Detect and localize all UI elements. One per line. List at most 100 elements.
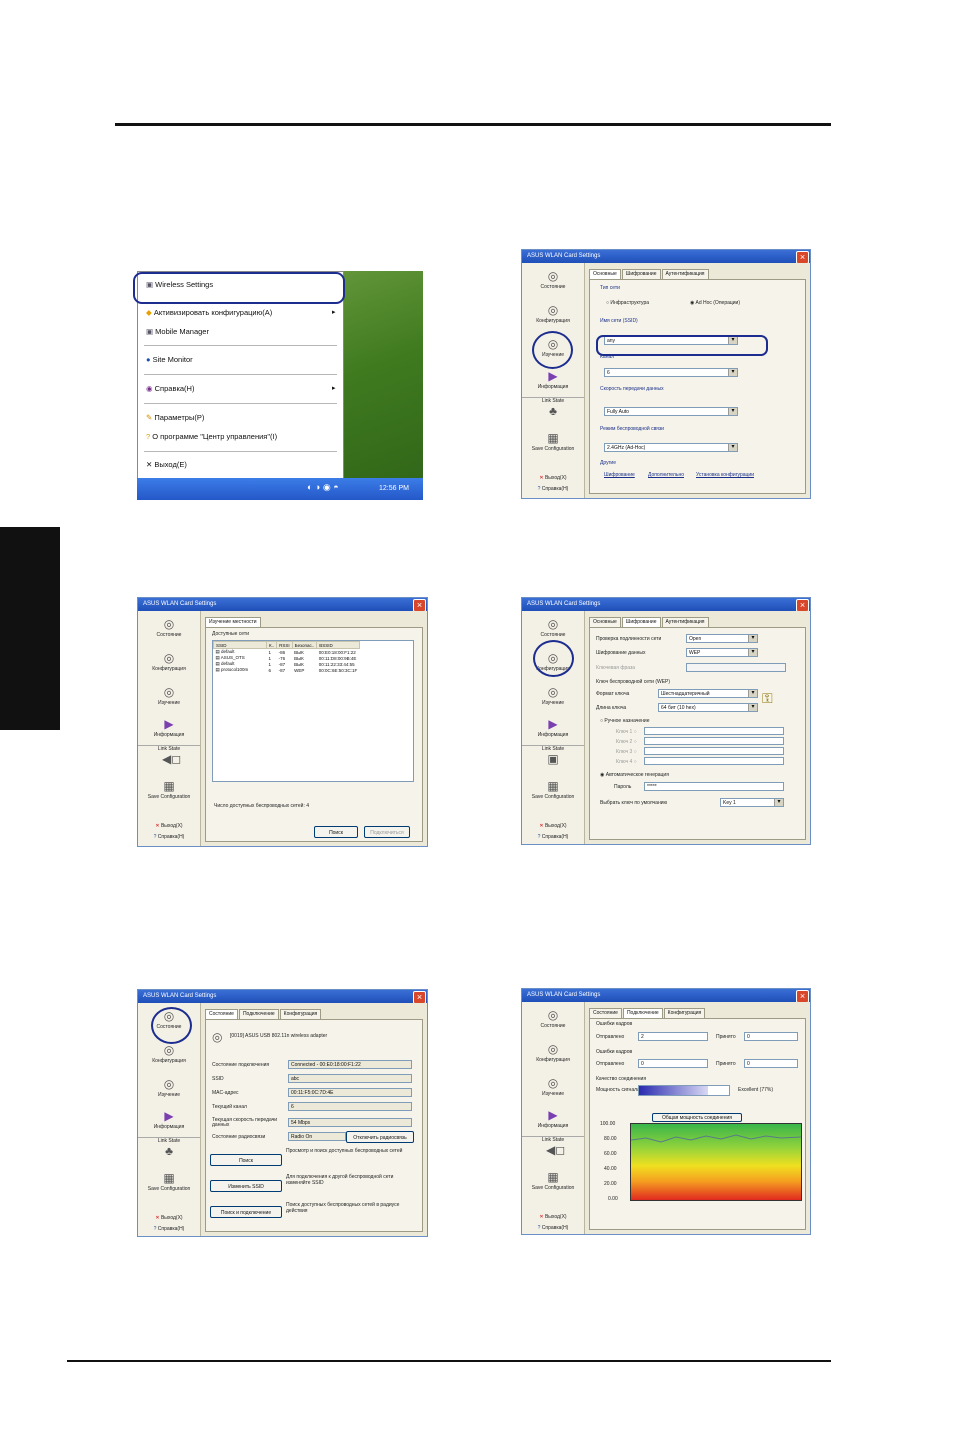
search-button[interactable]: Поиск xyxy=(314,826,358,838)
nav-help[interactable]: ? Справка(H) xyxy=(522,834,584,840)
radio-infrastructure[interactable]: ○ Инфраструктура xyxy=(606,300,649,306)
tab-status[interactable]: Состояние xyxy=(205,1009,238,1019)
col-rssi[interactable]: RSSI xyxy=(276,641,293,649)
tab-auth[interactable]: Аутентификация xyxy=(661,269,709,279)
nav-survey[interactable]: ◎ Изучение xyxy=(522,1076,584,1097)
nav-connection[interactable]: ◎ Конфигурация xyxy=(522,1042,584,1063)
menu-item-site-monitor[interactable]: ● Site Monitor xyxy=(146,355,193,364)
tab-config[interactable]: Конфигурация xyxy=(663,1008,706,1018)
nav-help[interactable]: ? Справка(H) xyxy=(138,1226,200,1232)
menu-item-help[interactable]: ◉ Справка(H) xyxy=(146,384,194,393)
nav-save-config[interactable]: ▦ Save Configuration xyxy=(522,431,584,452)
nav-survey[interactable]: ◎ Изучение xyxy=(138,1077,200,1098)
nav-info[interactable]: ▶ Информация xyxy=(138,717,200,738)
connect-button[interactable]: Подключиться xyxy=(364,826,410,838)
radio-toggle-button[interactable]: Отключить радиосвязь xyxy=(346,1131,414,1143)
key2-input[interactable] xyxy=(644,737,784,745)
menu-item-activate-config[interactable]: ◆ Активизировать конфигурацию(A) xyxy=(146,308,272,317)
menu-item-about[interactable]: ? О программе "Центр управления"(I) xyxy=(146,432,277,441)
enc-select[interactable]: WEP xyxy=(686,648,758,657)
key3-input[interactable] xyxy=(644,747,784,755)
tab-config[interactable]: Конфигурация xyxy=(279,1009,322,1019)
nav-exit[interactable]: ✕ Выход(X) xyxy=(138,1215,200,1221)
key2-label[interactable]: Ключ 2 ○ xyxy=(616,739,637,745)
config-icon: ◎ xyxy=(547,303,559,317)
radio-auto[interactable]: ◉ Автоматическое генерация xyxy=(600,772,669,778)
nav-exit[interactable]: ✕ Выход(X) xyxy=(522,823,584,829)
nav-status[interactable]: ◎ Состояние xyxy=(522,617,584,638)
table-row[interactable]: ▤ protocol100m 6 -87 WEP 00:0C:6E:50:3C:… xyxy=(214,667,360,673)
nav-save-config[interactable]: ▦ Save Configuration xyxy=(138,1171,200,1192)
nav-link-state[interactable]: Link State ◀◻ xyxy=(138,745,200,767)
tab-site-survey[interactable]: Изучение местности xyxy=(205,617,261,627)
nav-connection[interactable]: ◎ Конфигурация xyxy=(522,303,584,324)
radio-adhoc[interactable]: ◉ Ad Hoc (Операции) xyxy=(690,300,740,306)
tab-connection[interactable]: Подключение xyxy=(622,1008,663,1018)
link-encryption[interactable]: Шифрование xyxy=(604,472,635,478)
key-format-select[interactable]: Шестнадцатеричный xyxy=(658,689,758,698)
nav-status[interactable]: ◎ Состояние xyxy=(138,617,200,638)
nav-link-state[interactable]: Link State ♣ xyxy=(138,1137,200,1159)
nav-help[interactable]: ? Справка(H) xyxy=(138,834,200,840)
nav-info[interactable]: ▶ Информация xyxy=(522,369,584,390)
search-button[interactable]: Поиск xyxy=(210,1154,282,1166)
nav-exit[interactable]: ✕ Выход(X) xyxy=(138,823,200,829)
nav-link-state[interactable]: Link State ◀◻ xyxy=(522,1136,584,1158)
tab-auth[interactable]: Аутентификация xyxy=(661,617,709,627)
nav-link-state[interactable]: Link State ♣ xyxy=(522,397,584,419)
key4-input[interactable] xyxy=(644,757,784,765)
menu-item-exit[interactable]: ✕ Выход(E) xyxy=(146,460,187,469)
graph-title-button[interactable]: Общая мощность соединения xyxy=(652,1113,742,1122)
tab-basic[interactable]: Основные xyxy=(589,269,621,279)
key3-label[interactable]: Ключ 3 ○ xyxy=(616,749,637,755)
radio-manual[interactable]: ○ Ручное назначение xyxy=(600,718,650,724)
nav-status[interactable]: ◎ Состояние xyxy=(522,269,584,290)
rate-select[interactable]: Fully Auto xyxy=(604,407,738,416)
tab-basic[interactable]: Основные xyxy=(589,617,621,627)
channel-select[interactable]: 6 xyxy=(604,368,738,377)
key1-input[interactable] xyxy=(644,727,784,735)
col-ssid[interactable]: SSID xyxy=(213,641,267,649)
tab-strip: Изучение местности xyxy=(205,617,261,627)
adapter-icon: ◎ xyxy=(212,1030,223,1044)
nav-link-state[interactable]: Link State ▣ xyxy=(522,745,584,767)
menu-item-options[interactable]: ✎ Параметры(P) xyxy=(146,413,204,422)
link-advanced[interactable]: Дополнительно xyxy=(648,472,684,478)
tab-encryption[interactable]: Шифрование xyxy=(621,269,661,279)
nav-exit[interactable]: ✕ Выход(X) xyxy=(522,1214,584,1220)
network-list[interactable]: SSID К.. RSSI Безопас.. BSSID ▤ default … xyxy=(212,640,414,782)
nav-help[interactable]: ? Справка(H) xyxy=(522,1225,584,1231)
nav-survey[interactable]: ◎ Изучение xyxy=(138,685,200,706)
key4-label[interactable]: Ключ 4 ○ xyxy=(616,759,637,765)
nav-connection[interactable]: ◎ Конфигурация xyxy=(138,1043,200,1064)
auth-select[interactable]: Open xyxy=(686,634,758,643)
tab-status[interactable]: Состояние xyxy=(589,1008,622,1018)
col-channel[interactable]: К.. xyxy=(265,641,278,649)
nav-save-config[interactable]: ▦ Save Configuration xyxy=(522,1170,584,1191)
nav-survey[interactable]: ◎ Изучение xyxy=(522,685,584,706)
col-bssid[interactable]: BSSID xyxy=(316,641,360,649)
nav-info[interactable]: ▶ Информация xyxy=(138,1109,200,1130)
submenu-arrow-icon: ▸ xyxy=(332,385,336,392)
nav-help[interactable]: ? Справка(H) xyxy=(522,486,584,492)
tab-encryption[interactable]: Шифрование xyxy=(621,617,661,627)
nav-info[interactable]: ▶ Информация xyxy=(522,717,584,738)
default-key-select[interactable]: Key 1 xyxy=(720,798,784,807)
menu-item-mobile-manager[interactable]: ▣ Mobile Manager xyxy=(146,327,209,336)
change-ssid-button[interactable]: Изменить SSID xyxy=(210,1180,282,1192)
nav-status[interactable]: ◎ Состояние xyxy=(522,1008,584,1029)
password-input[interactable]: ***** xyxy=(644,782,784,791)
nav-info[interactable]: ▶ Информация xyxy=(522,1108,584,1129)
key-length-select[interactable]: 64 бит (10 hex) xyxy=(658,703,758,712)
nav-save-config[interactable]: ▦ Save Configuration xyxy=(522,779,584,800)
key1-label[interactable]: Ключ 1 ○ xyxy=(616,729,637,735)
link-setup[interactable]: Установка конфигурации xyxy=(696,472,754,478)
search-connect-button[interactable]: Поиск и подключение xyxy=(210,1206,282,1218)
nav-exit[interactable]: ✕ Выход(X) xyxy=(522,475,584,481)
col-security[interactable]: Безопас.. xyxy=(291,641,318,649)
passphrase-input[interactable] xyxy=(686,663,786,672)
tab-connection[interactable]: Подключение xyxy=(238,1009,279,1019)
mode-select[interactable]: 2.4GHz (Ad-Hoc) xyxy=(604,443,738,452)
nav-save-config[interactable]: ▦ Save Configuration xyxy=(138,779,200,800)
nav-connection[interactable]: ◎ Конфигурация xyxy=(138,651,200,672)
